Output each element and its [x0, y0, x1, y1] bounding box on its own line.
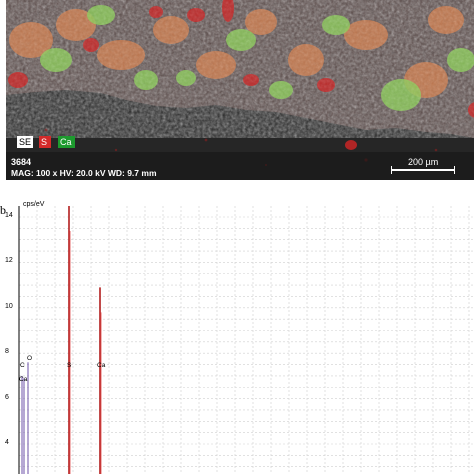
spectrum-peaks: [21, 206, 102, 474]
peak-label-ca: Ca: [97, 362, 106, 369]
legend-s-swatch: S: [39, 136, 51, 148]
peak-label-o: O: [27, 355, 33, 362]
y-tick-label: 4: [5, 439, 9, 446]
sem-eds-map: SE S Ca 3684 MAG: 100 x HV: 20.0 kV WD: …: [6, 0, 474, 180]
sem-map-image: [6, 0, 474, 180]
y-tick-label: 6: [5, 393, 9, 401]
y-tick-label: 10: [5, 302, 13, 310]
scale-bar-label: 200 µm: [408, 157, 439, 167]
peak-label-c: C: [20, 362, 25, 369]
peak-label-ca: Ca: [19, 376, 28, 383]
acquisition-info: MAG: 100 x HV: 20.0 kV WD: 9.7 mm: [11, 168, 157, 178]
scale-bar: [391, 166, 455, 174]
legend-ca-swatch: Ca: [58, 136, 75, 148]
legend-se-swatch: SE: [17, 136, 33, 148]
y-tick-label: 8: [5, 348, 9, 356]
y-tick-label: 14: [5, 212, 13, 219]
eds-spectrum-chart: [18, 206, 474, 474]
peak-label-s: S: [67, 362, 72, 369]
chart-grid: [19, 206, 474, 474]
y-tick-label: 12: [5, 257, 13, 265]
sample-id: 3684: [11, 157, 32, 167]
